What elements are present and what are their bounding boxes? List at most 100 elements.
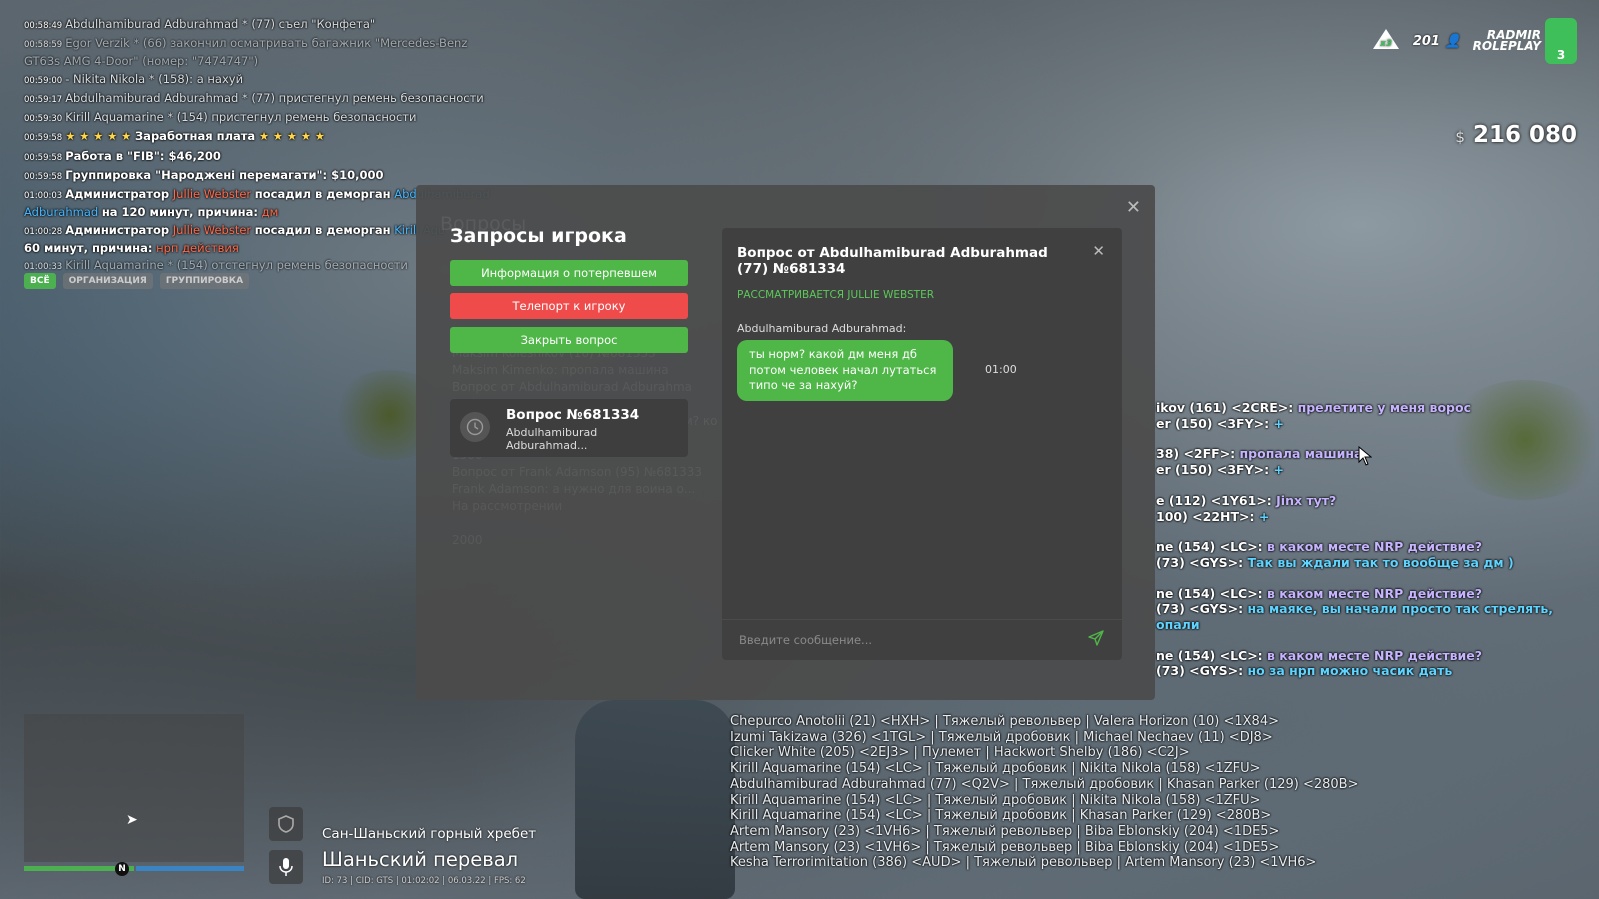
chat-gap (1156, 524, 1596, 539)
chat-answer: + (1273, 462, 1284, 478)
chat-line: 00:59:17 Abdulhamiburad Adburahmad * (77)… (24, 90, 484, 105)
kill-feed-entry: Chepurco Anotolii (21) <HXH> | Тяжелый р… (730, 714, 1279, 729)
minimap: ➤ (24, 714, 244, 862)
star-icon: ★ ★ ★ ★ ★ (258, 129, 326, 144)
question-status: РАССМАТРИВАЕТСЯ JULLIE WEBSTER (737, 289, 935, 301)
kill-feed: Chepurco Anotolii (21) <HXH> | Тяжелый р… (730, 714, 1358, 871)
chat-question: прелетите у меня ворос (1297, 400, 1471, 415)
kill-feed-entry: Artem Mansory (23) <1VH6> | Тяжелый рево… (730, 839, 1280, 855)
money-display: $216 080 (1455, 122, 1577, 148)
ghost-list-item (452, 515, 717, 532)
kill-feed-entry: Kesha Terrorimitation (386) <AUD> | Тяже… (730, 855, 1317, 871)
kill-feed-entry: Abdulhamiburad Adburahmad (77) <Q2V> | Т… (730, 776, 1359, 792)
kill-feed-entry: Kirill Aquamarine (154) <LC> | Тяжелый д… (730, 808, 1272, 824)
location-street: Шаньский перевал (322, 848, 519, 871)
message-input[interactable] (737, 632, 1071, 648)
question-card[interactable]: Вопрос №681334 Abdulhamiburad Adburahmad.… (450, 399, 688, 457)
chat-question: Jinx тут? (1276, 492, 1337, 508)
report-chat-line: er (150) <3FY>: + (1156, 416, 1596, 432)
chat-tab-organization[interactable]: ОРГАНИЗАЦИЯ (62, 273, 153, 289)
report-chat-line: er (150) <3FY>: + (1156, 462, 1596, 478)
chat-answer: + (1258, 508, 1270, 524)
report-chat: ikov (161) <2CRE>: прелетите у меня воро… (1156, 400, 1596, 679)
chat-gap (1156, 478, 1596, 493)
chat-sender: 100) <22HT>: (1156, 508, 1255, 524)
close-icon[interactable]: ✕ (1092, 242, 1105, 260)
chat-sender: (73) <GYS>: (1156, 601, 1244, 617)
chat-tabs: ВСЁ ОРГАНИЗАЦИЯ ГРУППИРОВКА (24, 273, 250, 289)
teleport-button[interactable]: Телепорт к игроку (450, 293, 688, 319)
question-card-title: Вопрос №681334 (506, 407, 640, 423)
server-logo: RADMIR ROLEPLAY 3 (1473, 18, 1577, 64)
report-chat-line: ne (154) <LC>: в каком месте NRP действи… (1156, 586, 1596, 602)
ghost-list-item: Вопрос от Abdulhamiburad Adburahma (452, 380, 693, 394)
chat-gap (1156, 571, 1596, 586)
chat-line: 00:59:30 Kirill Aquamarine * (154) присте… (24, 110, 417, 125)
message-time: 01:00 (985, 363, 1017, 376)
question-card-author: Abdulhamiburad Adburahmad... (506, 426, 598, 452)
victim-info-button[interactable]: Информация о потерпевшем (450, 260, 688, 286)
chat-question: в каком месте NRP действие? (1267, 585, 1483, 601)
kill-feed-entry: Artem Mansory (23) <1VH6> | Тяжелый рево… (730, 823, 1280, 839)
message-bubble: ты норм? какой дм меня дб потом человек … (737, 340, 953, 401)
server-info: ID: 73 | CID: GTS | 01:02:02 | 06.03.22 … (322, 876, 526, 886)
star-icon: ★ ★ ★ ★ ★ (65, 129, 132, 144)
report-chat-line: ne (154) <LC>: в каком месте NRP действи… (1156, 539, 1596, 555)
armor-bar (136, 866, 244, 871)
chat-line-salary: 00:59:58 ★ ★ ★ ★ ★ Заработная плата ★ ★ ★… (24, 129, 326, 144)
ghost-list-item: Вопрос от Frank Adamson (95) №681333 (452, 465, 703, 479)
chat-line: 00:59:58 Работа в "FIB": $46,200 (24, 148, 221, 163)
kill-feed-entry: Clicker White (205) <2EJ3> | Пулемет | H… (730, 745, 1190, 761)
chat-answer: Так вы ждали так то вообще за дм ) (1247, 554, 1514, 570)
compass-north: N (115, 862, 129, 876)
chat-sender: ikov (161) <2CRE>: (1156, 400, 1294, 415)
chat-sender: er (150) <3FY>: (1156, 415, 1270, 431)
chat-sender: ne (154) <LC>: (1156, 585, 1263, 601)
chat-question: пропала машина (1239, 446, 1363, 462)
close-icon[interactable]: ✕ (1126, 197, 1141, 218)
ghost-list-item: На рассмотрении (452, 499, 563, 513)
report-chat-line: (73) <GYS>: Так вы ждали так то вообще з… (1156, 555, 1596, 571)
player-character (575, 700, 735, 899)
mouse-cursor-icon (1358, 445, 1373, 470)
chat-sender: (73) <GYS>: (1156, 554, 1244, 570)
chat-answer: опали (1156, 617, 1200, 633)
chat-line: 00:59:58 Группировка "Народжені перемагат… (24, 168, 384, 183)
online-counter: 201 👤 (1412, 33, 1461, 49)
report-chat-line: (73) <GYS>: но за нрп можно часик дать (1156, 663, 1596, 679)
chat-tab-all[interactable]: ВСЁ (24, 273, 56, 289)
player-arrow-icon: ➤ (126, 812, 138, 828)
chat-answer: на маяке, вы начали просто так стрелять, (1247, 601, 1554, 617)
modal-title: Запросы игрока (450, 225, 627, 247)
clock-icon (460, 412, 490, 442)
shield-icon (269, 807, 303, 841)
report-chat-line: 38) <2FF>: пропала машина (1156, 446, 1596, 462)
close-question-button[interactable]: Закрыть вопрос (450, 327, 688, 353)
report-chat-line: e (112) <1Y61>: Jinx тут? (1156, 493, 1596, 509)
chat-answer: но за нрп можно часик дать (1247, 663, 1453, 679)
svg-text:x3: x3 (1379, 39, 1392, 49)
question-title: Вопрос от Abdulhamiburad Adburahmad (77)… (737, 245, 1048, 277)
radmir-logo-icon: 3 (1545, 18, 1577, 64)
chat-gap (1156, 633, 1596, 648)
report-chat-line: ne (154) <LC>: в каком месте NRP действи… (1156, 648, 1596, 664)
message-composer (722, 619, 1122, 660)
report-chat-line: (73) <GYS>: на маяке, вы начали просто т… (1156, 601, 1596, 617)
user-icon: 👤 (1444, 33, 1461, 49)
report-chat-line: 100) <22HT>: + (1156, 509, 1596, 525)
chat-sender: e (112) <1Y61>: (1156, 492, 1272, 508)
ghost-list-item: Frank Adamson: а нужно для воина о... (452, 482, 696, 496)
kill-feed-entry: Kirill Aquamarine (154) <LC> | Тяжелый д… (730, 761, 1261, 777)
chat-gap (1156, 431, 1596, 446)
chat-tab-group[interactable]: ГРУППИРОВКА (159, 273, 250, 289)
message-author: Abdulhamiburad Adburahmad: (737, 322, 907, 335)
chat-answer: + (1273, 415, 1284, 431)
question-detail-panel: Вопрос от Abdulhamiburad Adburahmad (77)… (722, 228, 1122, 660)
ghost-list-item: 2000 (452, 533, 483, 547)
chat-question: в каком месте NRP действие? (1267, 647, 1483, 663)
chat-sender: 38) <2FF>: (1156, 446, 1236, 462)
chat-sender: ne (154) <LC>: (1156, 647, 1263, 663)
kill-feed-entry: Kirill Aquamarine (154) <LC> | Тяжелый д… (730, 792, 1261, 808)
send-icon[interactable] (1088, 630, 1104, 650)
chat-line: 00:58:49 Abdulhamiburad Adburahmad * (77)… (24, 17, 376, 31)
